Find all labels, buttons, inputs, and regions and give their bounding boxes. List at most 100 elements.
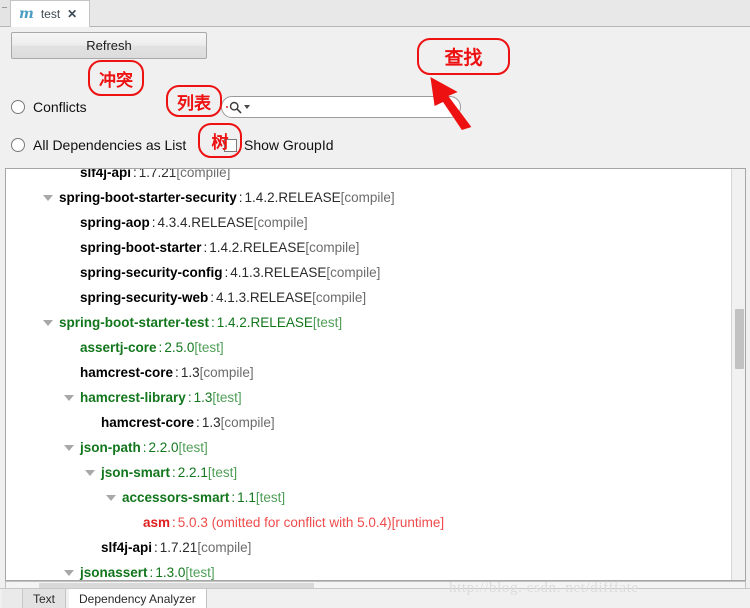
tree-row[interactable]: spring-boot-starter-test : 1.4.2.RELEASE… bbox=[6, 310, 734, 335]
tree-row-version: 2.5.0 bbox=[164, 340, 195, 355]
tree-row-scope: [compile] bbox=[197, 540, 252, 555]
tree-row-separator: : bbox=[231, 490, 236, 505]
expand-arrow-icon[interactable] bbox=[64, 444, 74, 451]
tree-row-version: 1.3 bbox=[180, 365, 200, 380]
tree-row[interactable]: spring-security-web : 4.1.3.RELEASE [com… bbox=[6, 285, 734, 310]
tree-row[interactable]: spring-boot-starter-security : 1.4.2.REL… bbox=[6, 185, 734, 210]
radio-conflicts-indicator[interactable] bbox=[11, 100, 25, 114]
tree-row-scope: [test] bbox=[255, 490, 286, 505]
vertical-scrollbar-thumb[interactable] bbox=[735, 309, 744, 369]
search-box[interactable] bbox=[221, 96, 461, 118]
tree-row-scope: [compile] bbox=[253, 215, 308, 230]
tree-row[interactable]: spring-boot-starter : 1.4.2.RELEASE [com… bbox=[6, 235, 734, 260]
tree-row-version: 2.2.1 bbox=[177, 465, 208, 480]
tree-row-spacer bbox=[64, 295, 74, 301]
tree-row-separator: : bbox=[203, 240, 208, 255]
tree-row-scope: [compile] bbox=[176, 168, 231, 180]
tree-row[interactable]: json-smart : 2.2.1 [test] bbox=[6, 460, 734, 485]
tree-row-separator: : bbox=[151, 215, 156, 230]
tab-text[interactable]: Text bbox=[23, 589, 67, 608]
tree-row-artifact: slf4j-api bbox=[101, 540, 153, 555]
tree-row-separator: : bbox=[172, 515, 176, 530]
radio-conflicts[interactable]: Conflicts bbox=[11, 99, 87, 115]
chevron-down-icon[interactable] bbox=[244, 105, 250, 109]
tree-row[interactable]: hamcrest-library : 1.3 [test] bbox=[6, 385, 734, 410]
tree-row-separator: : bbox=[175, 365, 179, 380]
tree-row-artifact: json-path bbox=[80, 440, 141, 455]
tree-row-spacer bbox=[64, 370, 74, 376]
checkbox-show-groupid[interactable]: Show GroupId bbox=[224, 137, 334, 153]
refresh-button[interactable]: Refresh bbox=[11, 32, 207, 59]
tree-row[interactable]: slf4j-api : 1.7.21 [compile] bbox=[6, 535, 734, 560]
tree-row-version: 1.7.21 bbox=[159, 540, 198, 555]
search-input[interactable] bbox=[254, 97, 460, 117]
tree-row-separator: : bbox=[187, 390, 192, 405]
tree-row-scope: [test] bbox=[207, 465, 238, 480]
tree-row-spacer bbox=[85, 420, 95, 426]
expand-arrow-icon[interactable] bbox=[85, 469, 95, 476]
tab-dependency-analyzer[interactable]: Dependency Analyzer bbox=[69, 589, 207, 608]
tree-row-artifact: spring-boot-starter-security bbox=[59, 190, 237, 205]
top-tab-strip: m test ✕ bbox=[0, 0, 750, 27]
tree-row-scope: [test] bbox=[312, 315, 343, 330]
tree-row-spacer bbox=[64, 170, 74, 176]
tree-row-version: 4.1.3.RELEASE bbox=[216, 290, 313, 305]
tree-row-separator: : bbox=[224, 265, 229, 280]
radio-all-dependencies-as-list-indicator[interactable] bbox=[11, 138, 25, 152]
tree-row[interactable]: jsonassert : 1.3.0 [test] bbox=[6, 560, 734, 580]
tree-row-scope: [test] bbox=[212, 390, 242, 405]
tree-row-artifact: spring-boot-starter bbox=[80, 240, 202, 255]
tree-row-separator: : bbox=[158, 340, 163, 355]
tree-row[interactable]: spring-security-config : 4.1.3.RELEASE [… bbox=[6, 260, 734, 285]
tree-row[interactable]: assertj-core : 2.5.0 [test] bbox=[6, 335, 734, 360]
tree-row-spacer bbox=[64, 245, 74, 251]
tree-row[interactable]: hamcrest-core : 1.3 [compile] bbox=[6, 360, 734, 385]
tree-row-scope: [test] bbox=[185, 565, 215, 580]
expand-arrow-icon[interactable] bbox=[64, 569, 74, 576]
tree-row-version: 4.1.3.RELEASE bbox=[230, 265, 327, 280]
tree-row[interactable]: asm : 5.0.3 (omitted for conflict with 5… bbox=[6, 510, 734, 535]
radio-all-dependencies-as-list[interactable]: All Dependencies as List bbox=[11, 137, 186, 153]
tree-row-separator: : bbox=[142, 440, 147, 455]
tab-label: test bbox=[40, 7, 61, 21]
tree-row-version: 1.4.2.RELEASE bbox=[244, 190, 341, 205]
tree-row-artifact: assertj-core bbox=[80, 340, 157, 355]
tree-row-spacer bbox=[127, 520, 137, 526]
dependency-tree[interactable]: slf4j-api : 1.7.21 [compile] spring-boot-… bbox=[5, 168, 746, 581]
tree-row-artifact: spring-security-config bbox=[80, 265, 223, 280]
tree-row-spacer bbox=[85, 545, 95, 551]
search-icon bbox=[229, 101, 242, 114]
close-icon[interactable]: ✕ bbox=[67, 8, 77, 20]
bottom-tab-strip: Text Dependency Analyzer bbox=[0, 588, 750, 608]
tree-row[interactable]: hamcrest-core : 1.3 [compile] bbox=[6, 410, 734, 435]
tree-row-artifact: hamcrest-library bbox=[80, 390, 186, 405]
tree-row-separator: : bbox=[238, 190, 243, 205]
tree-row-separator: : bbox=[211, 315, 215, 330]
tree-row-scope: [compile] bbox=[340, 190, 395, 205]
vertical-scrollbar[interactable] bbox=[731, 169, 745, 580]
tree-row-version: 1.3 bbox=[201, 415, 221, 430]
tree-row[interactable]: json-path : 2.2.0 [test] bbox=[6, 435, 734, 460]
tree-row-spacer bbox=[64, 345, 74, 351]
tree-row-version: 1.7.21 bbox=[138, 168, 177, 180]
expand-arrow-icon[interactable] bbox=[64, 394, 74, 401]
maven-dependency-analyzer-window: m test ✕ Refresh Conflicts All Dependenc… bbox=[0, 0, 750, 608]
tree-row-version: 5.0.3 (omitted for conflict with 5.0.4) bbox=[177, 515, 392, 530]
checkbox-show-groupid-box[interactable] bbox=[224, 138, 237, 152]
expand-arrow-icon[interactable] bbox=[106, 494, 116, 501]
tree-row[interactable]: spring-aop : 4.3.4.RELEASE [compile] bbox=[6, 210, 734, 235]
tree-row-version: 1.4.2.RELEASE bbox=[209, 240, 306, 255]
tree-row-artifact: json-smart bbox=[101, 465, 171, 480]
bottom-tab-strip-stub bbox=[2, 589, 23, 608]
tree-row[interactable]: slf4j-api : 1.7.21 [compile] bbox=[6, 168, 734, 185]
dependency-tree-rows: slf4j-api : 1.7.21 [compile] spring-boot-… bbox=[6, 168, 734, 580]
tree-row-artifact: spring-boot-starter-test bbox=[59, 315, 210, 330]
radio-conflicts-label: Conflicts bbox=[33, 99, 87, 115]
expand-arrow-icon[interactable] bbox=[43, 194, 53, 201]
tree-row-artifact: hamcrest-core bbox=[80, 365, 174, 380]
tree-row-spacer bbox=[64, 270, 74, 276]
tree-row-version: 2.2.0 bbox=[148, 440, 179, 455]
tab-test[interactable]: m test ✕ bbox=[10, 0, 90, 27]
tree-row[interactable]: accessors-smart : 1.1 [test] bbox=[6, 485, 734, 510]
expand-arrow-icon[interactable] bbox=[43, 319, 53, 326]
